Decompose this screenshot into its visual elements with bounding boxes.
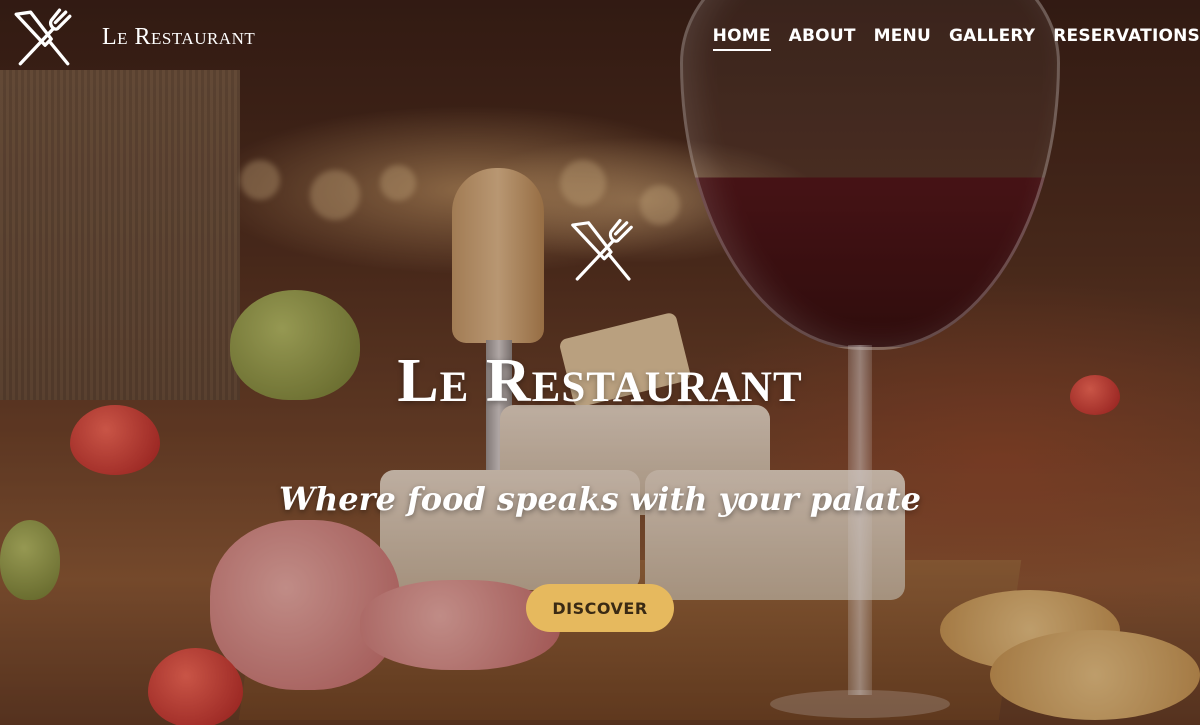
- nav-item-about[interactable]: ABOUT: [789, 26, 856, 51]
- nav-item-menu[interactable]: MENU: [874, 26, 931, 51]
- brand-name[interactable]: Le Restaurant: [102, 24, 255, 51]
- discover-button[interactable]: DISCOVER: [526, 584, 674, 632]
- top-navbar: Le Restaurant HOME ABOUT MENU GALLERY RE…: [0, 0, 1200, 76]
- main-nav: HOME ABOUT MENU GALLERY RESERVATIONS: [712, 26, 1200, 51]
- nav-item-reservations[interactable]: RESERVATIONS: [1053, 26, 1200, 51]
- hero-subtitle: Where food speaks with your palate: [279, 480, 921, 518]
- nav-item-gallery[interactable]: GALLERY: [949, 26, 1035, 51]
- hero-title: Le Restaurant: [397, 347, 803, 415]
- fork-knife-icon: [571, 218, 633, 281]
- nav-item-home[interactable]: HOME: [712, 26, 771, 51]
- fork-knife-icon[interactable]: [10, 6, 76, 72]
